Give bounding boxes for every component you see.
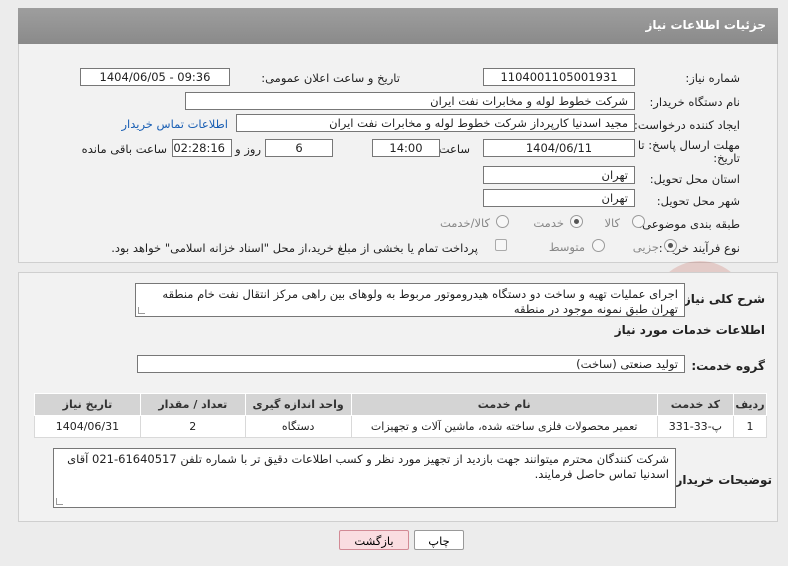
creator-label: ایجاد کننده درخواست:: [634, 118, 740, 132]
announce-field: 1404/06/05 - 09:36: [80, 68, 230, 86]
col-service-code: کد خدمت: [656, 393, 734, 416]
col-service-name: نام خدمت: [350, 393, 658, 416]
process-radio-medium[interactable]: [592, 239, 605, 252]
need-number-field: 1104001105001931: [483, 68, 635, 86]
creator-field: مجید اسدنیا کارپرداز شرکت خطوط لوله و مخ…: [236, 114, 635, 132]
need-number-label: شماره نیاز:: [685, 71, 740, 85]
col-need-date: تاریخ نیاز: [34, 393, 141, 416]
service-group-field: تولید صنعتی (ساخت): [137, 355, 685, 373]
print-button[interactable]: چاپ: [414, 530, 464, 550]
col-quantity: تعداد / مقدار: [139, 393, 246, 416]
col-unit: واحد اندازه گیری: [244, 393, 352, 416]
process-option-minor: جزیی: [632, 240, 659, 254]
process-option-medium: متوسط: [548, 240, 585, 254]
announce-label: تاریخ و ساعت اعلان عمومی:: [261, 71, 400, 85]
description-text: اجرای عملیات تهیه و ساخت دو دستگاه هیدرو…: [162, 287, 678, 316]
category-radio-goods[interactable]: [632, 215, 645, 228]
deadline-time-field: 14:00: [372, 139, 440, 157]
resize-handle-icon[interactable]: [56, 498, 63, 505]
days-label: روز و: [235, 142, 261, 156]
cell-service-name: تعمیر محصولات فلزی ساخته شده، ماشین آلات…: [350, 415, 658, 438]
category-radio-service[interactable]: [570, 215, 583, 228]
cell-need-date: 1404/06/31: [34, 415, 141, 438]
description-label: شرح کلی نیاز:: [679, 292, 765, 306]
buyer-label: نام دستگاه خریدار:: [649, 95, 740, 109]
buyer-contact-link[interactable]: اطلاعات تماس خریدار: [121, 117, 228, 131]
service-group-label: گروه خدمت:: [691, 359, 765, 373]
deadline-label-2: تاریخ:: [713, 151, 740, 165]
category-label: طبقه بندی موضوعی:: [638, 217, 740, 231]
days-field: 6: [265, 139, 333, 157]
cell-unit: دستگاه: [244, 415, 352, 438]
province-label: استان محل تحویل:: [649, 172, 740, 186]
description-textarea[interactable]: اجرای عملیات تهیه و ساخت دو دستگاه هیدرو…: [135, 283, 685, 317]
page-title: جزئیات اطلاعات نیاز: [645, 18, 766, 32]
remaining-label: ساعت باقی مانده: [81, 142, 167, 156]
cell-service-code: پ-33-331: [656, 415, 734, 438]
province-field: تهران: [483, 166, 635, 184]
category-option-goods-service: کالا/خدمت: [439, 216, 490, 230]
resize-handle-icon[interactable]: [138, 307, 145, 314]
buyer-notes-text: شرکت کنندگان محترم میتوانند جهت بازدید ا…: [67, 452, 669, 481]
deadline-time-label: ساعت: [438, 142, 470, 156]
remaining-time-field: 02:28:16: [172, 139, 232, 157]
deadline-label-1: مهلت ارسال پاسخ: تا: [637, 138, 740, 152]
back-button[interactable]: بازگشت: [339, 530, 409, 550]
treasury-payment-note: پرداخت تمام یا بخشی از مبلغ خرید،از محل …: [111, 241, 478, 255]
city-label: شهر محل تحویل:: [656, 194, 740, 208]
cell-quantity: 2: [139, 415, 246, 438]
col-row-number: ردیف: [732, 393, 768, 416]
panel-header: جزئیات اطلاعات نیاز: [18, 8, 778, 44]
buyer-field: شرکت خطوط لوله و مخابرات نفت ایران: [185, 92, 635, 110]
services-table: ردیف کد خدمت نام خدمت واحد اندازه گیری ت…: [34, 393, 768, 438]
buyer-notes-label: توضیحات خریدار:: [670, 473, 772, 487]
city-field: تهران: [483, 189, 635, 207]
table-row: 1 پ-33-331 تعمیر محصولات فلزی ساخته شده،…: [34, 415, 768, 438]
buyer-notes-textarea[interactable]: شرکت کنندگان محترم میتوانند جهت بازدید ا…: [53, 448, 676, 508]
category-option-service: خدمت: [533, 216, 564, 230]
services-section-title: اطلاعات خدمات مورد نیاز: [614, 323, 765, 337]
process-radio-minor[interactable]: [664, 239, 677, 252]
category-option-goods: کالا: [604, 216, 620, 230]
cell-row-number: 1: [732, 415, 768, 438]
deadline-date-field: 1404/06/11: [483, 139, 635, 157]
category-radio-goods-service[interactable]: [496, 215, 509, 228]
table-header-row: ردیف کد خدمت نام خدمت واحد اندازه گیری ت…: [34, 393, 768, 416]
treasury-payment-checkbox[interactable]: [495, 239, 507, 251]
